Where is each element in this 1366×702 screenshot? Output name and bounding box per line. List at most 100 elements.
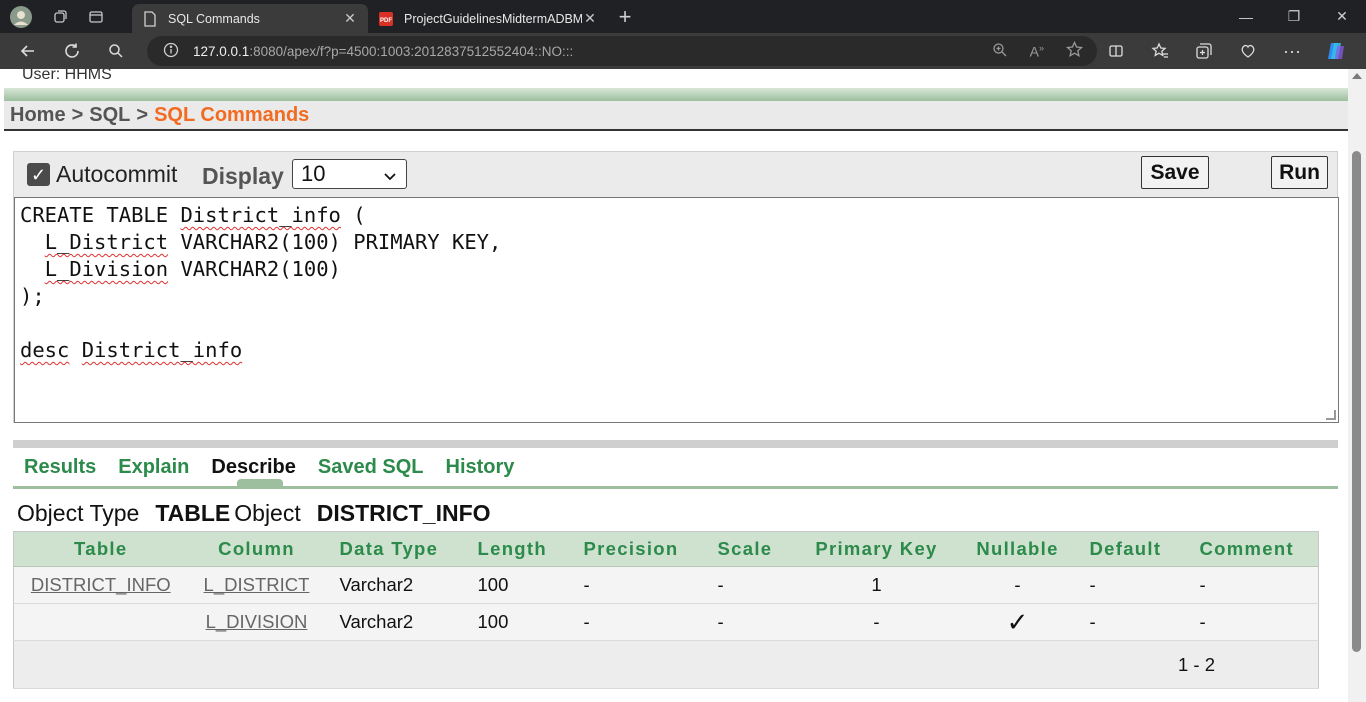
col-header-nullable: Nullable — [959, 531, 1076, 567]
sql-editor-line: ); — [20, 284, 45, 308]
close-tab-icon[interactable]: ✕ — [582, 10, 598, 27]
browser-toolbar: 127.0.0.1:8080/apex/f?p=4500:1003:201283… — [0, 33, 1366, 69]
col-header-data-type: Data Type — [325, 531, 464, 567]
autocommit-checkbox[interactable]: ✓ — [27, 163, 50, 186]
header-band — [4, 88, 1348, 101]
favorite-star-icon[interactable] — [1065, 40, 1084, 61]
profile-avatar[interactable] — [0, 0, 42, 33]
breadcrumb-sql[interactable]: SQL — [89, 104, 130, 127]
url-host: 127.0.0.1 — [193, 43, 250, 59]
resize-handle[interactable] — [1326, 410, 1336, 420]
scale-cell: - — [703, 566, 794, 604]
sql-editor-line: desc District_info — [20, 337, 1338, 364]
autocommit-label: Autocommit — [56, 161, 178, 187]
tab-history[interactable]: History — [435, 456, 526, 479]
tab-saved-sql[interactable]: Saved SQL — [307, 456, 435, 479]
minimize-icon[interactable]: — — [1222, 0, 1270, 33]
tab-results[interactable]: Results — [13, 456, 107, 479]
scroll-thumb[interactable] — [1352, 151, 1361, 652]
describe-table: Table Column Data Type Length Precision … — [13, 531, 1319, 689]
site-info-icon[interactable] — [163, 42, 179, 61]
close-window-icon[interactable]: ✕ — [1318, 0, 1366, 33]
split-screen-icon[interactable] — [1094, 33, 1138, 69]
primary-key-cell: - — [793, 603, 960, 641]
tab-title: SQL Commands — [168, 11, 260, 26]
performance-icon[interactable] — [1226, 33, 1270, 69]
length-cell: 100 — [463, 566, 570, 604]
browser-tab-project-guidelines[interactable]: PDF ProjectGuidelinesMidtermADBMS ✕ — [368, 4, 608, 33]
table-header-row: Table Column Data Type Length Precision … — [13, 531, 1319, 567]
more-menu-icon[interactable]: ··· — [1270, 33, 1314, 69]
sql-editor-line — [20, 310, 1338, 337]
breadcrumb-current: SQL Commands — [154, 103, 310, 126]
new-tab-button[interactable]: + — [608, 4, 642, 30]
svg-text:PDF: PDF — [380, 18, 392, 24]
breadcrumb-home[interactable]: Home — [10, 104, 66, 127]
breadcrumb-separator: > — [71, 103, 84, 126]
column-name-link[interactable]: L_DIVISION — [187, 603, 326, 641]
col-header-length: Length — [463, 531, 570, 567]
save-button[interactable]: Save — [1141, 156, 1209, 189]
search-icon[interactable] — [94, 33, 138, 69]
results-divider — [13, 440, 1338, 448]
browser-titlebar: SQL Commands ✕ PDF ProjectGuidelinesMidt… — [0, 0, 1366, 33]
col-header-comment: Comment — [1185, 531, 1319, 567]
breadcrumb: Home > SQL > SQL Commands — [4, 101, 1348, 131]
read-aloud-icon[interactable]: A» — [1030, 43, 1044, 60]
spelling-underline: desc — [20, 338, 70, 362]
tab-actions-icon[interactable] — [78, 0, 114, 33]
run-button[interactable]: Run — [1271, 156, 1328, 189]
col-header-default: Default — [1075, 531, 1186, 567]
display-rows-select[interactable]: 10 — [292, 159, 407, 189]
table-row: DISTRICT_INFO L_DISTRICT Varchar2 100 - … — [13, 566, 1319, 604]
primary-key-cell: 1 — [793, 566, 960, 604]
default-cell: - — [1075, 566, 1186, 604]
collections-icon[interactable] — [1182, 33, 1226, 69]
zoom-icon[interactable] — [992, 42, 1008, 61]
workspaces-icon[interactable] — [42, 0, 78, 33]
favorites-icon[interactable] — [1138, 33, 1182, 69]
display-rows-value: 10 — [301, 161, 326, 186]
col-header-column: Column — [187, 531, 326, 567]
sql-editor[interactable]: CREATE TABLE District_info ( L_District … — [14, 197, 1339, 423]
object-value: DISTRICT_INFO — [316, 500, 491, 526]
display-label: Display — [202, 163, 284, 189]
address-bar[interactable]: 127.0.0.1:8080/apex/f?p=4500:1003:201283… — [147, 36, 1097, 66]
url-path: :8080/apex/f?p=4500:1003:201283751255240… — [249, 43, 574, 59]
page-scrollbar[interactable] — [1348, 69, 1366, 702]
tab-explain[interactable]: Explain — [107, 456, 200, 479]
command-toolbar: ✓ Autocommit Display 10 Save Run — [14, 152, 1337, 196]
window-controls: — ❐ ✕ — [1222, 0, 1366, 33]
length-cell: 100 — [463, 603, 570, 641]
tabs-underline — [13, 486, 1338, 489]
col-header-precision: Precision — [569, 531, 704, 567]
chevron-down-icon — [382, 164, 398, 190]
col-header-scale: Scale — [703, 531, 794, 567]
spelling-underline: District_info — [180, 203, 341, 227]
restore-icon[interactable]: ❐ — [1270, 0, 1318, 33]
refresh-icon[interactable] — [50, 33, 94, 69]
pagination-label: 1 - 2 — [13, 640, 1319, 689]
pdf-icon: PDF — [378, 11, 394, 27]
copilot-icon[interactable] — [1314, 33, 1358, 69]
scale-cell: - — [703, 603, 794, 641]
browser-tab-sql-commands[interactable]: SQL Commands ✕ — [132, 4, 368, 33]
user-label: User: HHMS — [22, 69, 112, 83]
page-icon — [142, 10, 158, 27]
table-name-link[interactable]: DISTRICT_INFO — [13, 566, 188, 604]
object-info: Object Type TABLE Object DISTRICT_INFO — [17, 500, 491, 527]
tab-describe[interactable]: Describe — [200, 456, 307, 479]
close-tab-icon[interactable]: ✕ — [342, 10, 358, 27]
sql-editor-line: L_Division VARCHAR2(100) — [44, 257, 341, 281]
object-label: Object — [234, 500, 301, 526]
autocommit-toggle[interactable]: ✓ Autocommit — [27, 161, 177, 188]
spelling-underline: District_info — [81, 338, 243, 362]
sql-editor-line: CREATE TABLE District_info ( — [20, 203, 366, 227]
spelling-underline: L_Division — [44, 257, 169, 281]
table-name-cell — [13, 603, 188, 641]
nullable-check-icon: ✓ — [959, 603, 1076, 641]
back-icon[interactable] — [6, 33, 50, 69]
sql-editor-line: L_District VARCHAR2(100) PRIMARY KEY, — [44, 230, 502, 254]
column-name-link[interactable]: L_DISTRICT — [187, 566, 326, 604]
scroll-up-icon[interactable] — [1352, 73, 1362, 79]
